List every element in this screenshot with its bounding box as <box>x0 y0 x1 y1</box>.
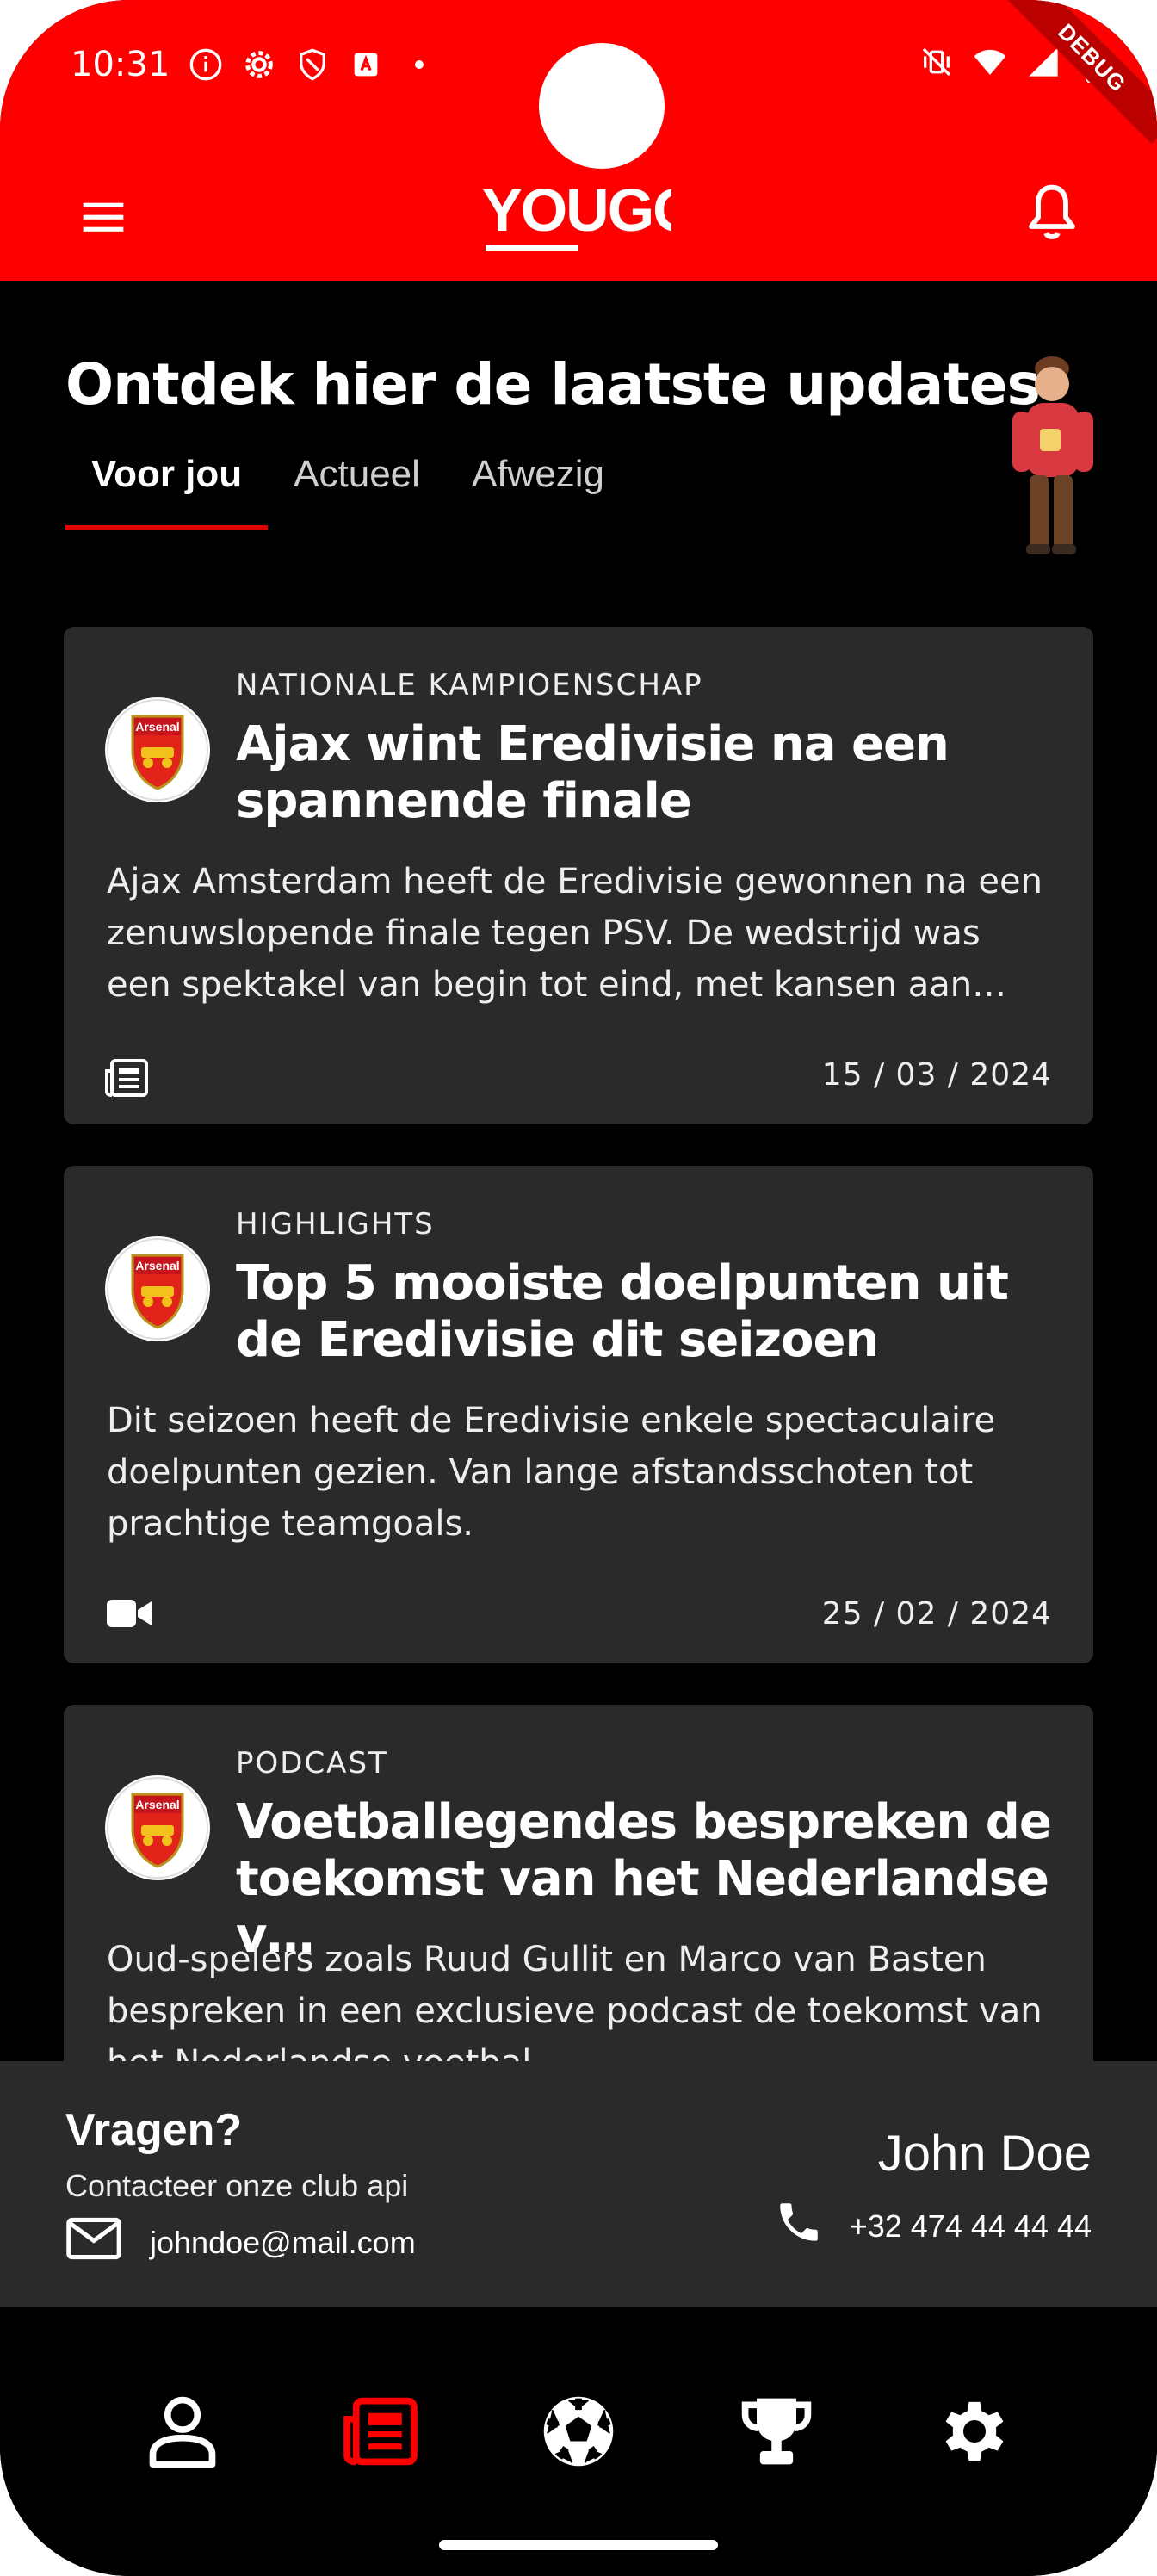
phone-icon <box>774 2197 824 2255</box>
news-icon[interactable] <box>341 2392 420 2471</box>
email-link[interactable]: johndoe@mail.com <box>65 2216 416 2269</box>
svg-text:Arsenal: Arsenal <box>135 1259 179 1273</box>
phone-text: +32 474 44 44 44 <box>849 2208 1092 2244</box>
app-logo: YOUGO <box>482 176 700 262</box>
vibrate-off-icon <box>919 45 954 79</box>
app-a-icon <box>349 47 383 82</box>
bottom-navigation <box>0 2307 1157 2576</box>
info-icon <box>189 47 223 82</box>
article-category: NATIONALE KAMPIOENSCHAP <box>236 668 703 703</box>
footer-title: Vragen? <box>65 2105 243 2155</box>
club-crest-icon: Arsenal <box>105 1236 210 1341</box>
soccer-ball-icon[interactable] <box>539 2392 618 2471</box>
article-card[interactable]: Arsenal NATIONALE KAMPIOENSCHAP Ajax win… <box>64 627 1093 1124</box>
svg-text:Arsenal: Arsenal <box>135 720 179 734</box>
notification-bell-icon[interactable] <box>1024 183 1080 243</box>
article-date: 25 / 02 / 2024 <box>821 1596 1052 1632</box>
trophy-icon[interactable] <box>737 2392 816 2471</box>
email-text: johndoe@mail.com <box>150 2224 416 2260</box>
tab-bar: Voor jou Actueel Afwezig <box>65 453 630 530</box>
svg-text:YOUGO: YOUGO <box>482 176 671 244</box>
shield-icon <box>295 47 330 82</box>
status-bar-left: 10:31 <box>71 45 436 84</box>
tab-voor-jou[interactable]: Voor jou <box>65 453 269 530</box>
club-crest-icon: Arsenal <box>105 697 210 802</box>
app-bar: YOUGO <box>0 164 1157 281</box>
mail-icon <box>65 2216 122 2269</box>
phone-screen: 10:31 DEBUG YOUG Ontdek hier de laatste … <box>0 0 1157 2576</box>
article-title: Ajax wint Eredivisie na een spannende fi… <box>236 716 950 829</box>
article-category: PODCAST <box>236 1746 388 1780</box>
article-card[interactable]: Arsenal HIGHLIGHTS Top 5 mooiste doelpun… <box>64 1166 1093 1663</box>
person-icon[interactable] <box>143 2392 222 2471</box>
article-title: Top 5 mooiste doelpunten uit de Eredivis… <box>236 1255 1009 1368</box>
settings-icon[interactable] <box>935 2392 1014 2471</box>
footer-subtitle: Contacteer onze club api <box>65 2168 409 2203</box>
article-category: HIGHLIGHTS <box>236 1207 435 1242</box>
character-illustration <box>1000 350 1105 558</box>
article-excerpt: Dit seizoen heeft de Eredivisie enkele s… <box>107 1401 996 1544</box>
wifi-icon <box>973 45 1007 79</box>
newspaper-icon <box>105 1057 153 1099</box>
contact-footer: Vragen? Contacteer onze club api johndoe… <box>0 2061 1157 2307</box>
signal-icon <box>1026 45 1061 79</box>
article-excerpt: Ajax Amsterdam heeft de Eredivisie gewon… <box>107 862 1043 1005</box>
status-time: 10:31 <box>71 45 170 84</box>
article-list: Arsenal NATIONALE KAMPIOENSCHAP Ajax win… <box>64 627 1093 2244</box>
camera-cutout <box>539 43 665 169</box>
club-crest-icon: Arsenal <box>105 1775 210 1880</box>
contact-name: John Doe <box>877 2126 1092 2182</box>
tab-afwezig[interactable]: Afwezig <box>446 453 630 530</box>
phone-link[interactable]: +32 474 44 44 44 <box>774 2197 1092 2255</box>
home-indicator[interactable] <box>439 2540 718 2550</box>
tab-actueel[interactable]: Actueel <box>268 453 446 530</box>
dot-icon <box>402 47 436 82</box>
menu-icon[interactable] <box>79 193 127 241</box>
header-area: 10:31 DEBUG YOUG <box>0 0 1157 281</box>
gear-icon <box>242 47 276 82</box>
page-title: Ontdek hier de laatste updates <box>65 351 1041 418</box>
video-icon <box>105 1596 153 1638</box>
svg-text:Arsenal: Arsenal <box>135 1798 179 1811</box>
article-date: 15 / 03 / 2024 <box>821 1057 1052 1093</box>
